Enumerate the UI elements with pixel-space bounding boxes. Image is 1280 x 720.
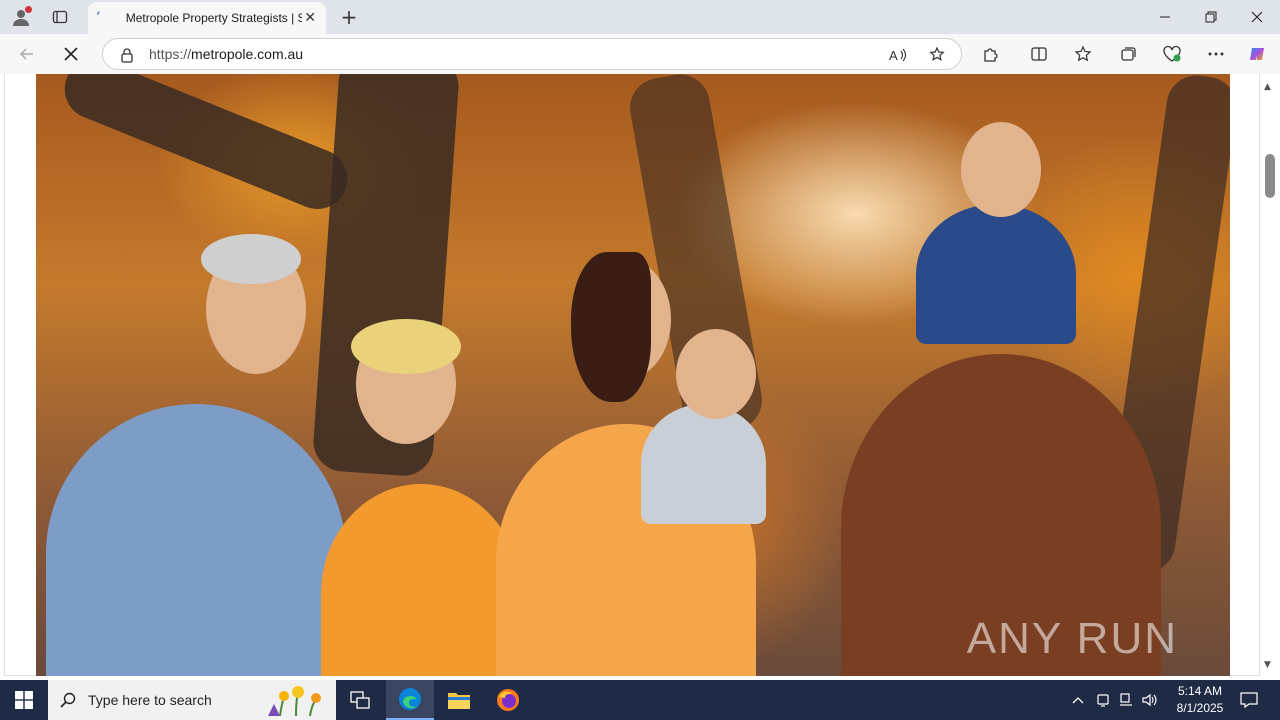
close-icon [1251,11,1263,23]
watermark-text: ANY RUN [966,614,1178,663]
restore-icon [1205,11,1217,23]
more-dots-icon [1208,52,1224,56]
search-icon [60,692,76,708]
stop-loading-button[interactable] [56,40,86,68]
minimize-button[interactable] [1142,0,1188,34]
show-hidden-icons-button[interactable] [1066,680,1090,720]
address-bar[interactable]: https://metropole.com.au A [102,38,962,70]
speaker-icon [1142,693,1157,707]
lock-icon [121,48,133,63]
split-screen-button[interactable] [1024,40,1054,68]
clock-time: 5:14 AM [1177,684,1223,698]
svg-text:A: A [889,48,898,63]
task-view-icon [350,691,370,709]
taskbar-search-box[interactable]: Type here to search [48,680,336,720]
taskbar-file-explorer-button[interactable] [435,680,483,720]
notification-dot [25,6,32,13]
active-tab[interactable]: ʻ Metropole Property Strategists | S ✕ [88,2,326,34]
clock-date: 8/1/2025 [1176,701,1224,715]
star-plus-icon [929,46,945,61]
copilot-button[interactable] [1243,40,1273,68]
url-host: metropole.com.au [191,46,304,62]
browser-essentials-button[interactable] [1157,40,1187,68]
copilot-icon [1250,48,1264,60]
tab-actions-icon [52,10,68,24]
tab-actions-button[interactable] [46,4,74,30]
read-aloud-icon: A [889,48,907,63]
new-tab-button[interactable]: + [336,4,362,30]
scroll-up-arrow-icon[interactable]: ▲ [1264,82,1271,92]
notification-icon [1240,692,1258,708]
stop-icon [64,47,78,61]
profile-button[interactable] [8,4,34,30]
taskbar-firefox-button[interactable] [484,680,532,720]
taskbar-clock[interactable]: 5:14 AM 8/1/2025 [1160,683,1240,717]
tray-volume-button[interactable] [1139,680,1161,720]
read-aloud-button[interactable]: A [887,44,909,66]
windows-logo-icon [15,691,33,709]
url-scheme: https:// [149,46,192,62]
search-highlight-flowers-icon [268,686,321,716]
vertical-scrollbar[interactable]: ▲ ▼ [1260,74,1280,680]
site-info-button[interactable] [117,45,137,65]
web-page: ANY RUN [4,74,1260,676]
chevron-up-icon [1072,697,1084,704]
tray-defender-button[interactable] [1092,680,1114,720]
puzzle-icon [984,48,998,62]
collections-button[interactable] [1113,40,1143,68]
minimize-icon [1160,16,1170,18]
action-center-button[interactable] [1234,680,1264,720]
task-view-button[interactable] [336,680,384,720]
settings-more-button[interactable] [1201,40,1231,68]
scrollbar-thumb[interactable] [1265,154,1275,198]
tray-network-button[interactable] [1115,680,1137,720]
start-button[interactable] [0,680,48,720]
back-button[interactable] [12,40,42,68]
favorites-star-icon [1074,45,1092,62]
split-screen-icon [1031,47,1047,61]
close-window-button[interactable] [1234,0,1280,34]
scroll-down-arrow-icon[interactable]: ▼ [1264,660,1271,670]
heart-pulse-icon [1163,45,1181,62]
taskbar-edge-button[interactable] [386,680,434,720]
shield-icon [1097,694,1109,707]
add-favorite-button[interactable] [927,44,949,66]
network-icon [1120,693,1132,706]
collections-icon [1121,47,1136,61]
extensions-button[interactable] [976,40,1006,68]
hero-image-family: ANY RUN [36,74,1230,676]
site-favicon-icon: ʻ [96,10,101,25]
back-arrow-icon [19,48,33,60]
tab-title: Metropole Property Strategists | S [125,11,303,25]
search-placeholder: Type here to search [88,692,212,708]
url-text[interactable]: https://metropole.com.au [149,46,303,62]
restore-button[interactable] [1188,0,1234,34]
tab-close-icon[interactable]: ✕ [302,10,318,26]
favorites-button[interactable] [1068,40,1098,68]
firefox-icon [497,689,519,711]
page-viewport: ANY RUN [0,74,1280,680]
tab-strip: ʻ Metropole Property Strategists | S ✕ + [0,0,1280,34]
edge-icon [399,688,421,710]
folder-icon [448,693,470,709]
windows-taskbar: Type here to search 5:14 AM 8/1/2025 [0,680,1280,720]
